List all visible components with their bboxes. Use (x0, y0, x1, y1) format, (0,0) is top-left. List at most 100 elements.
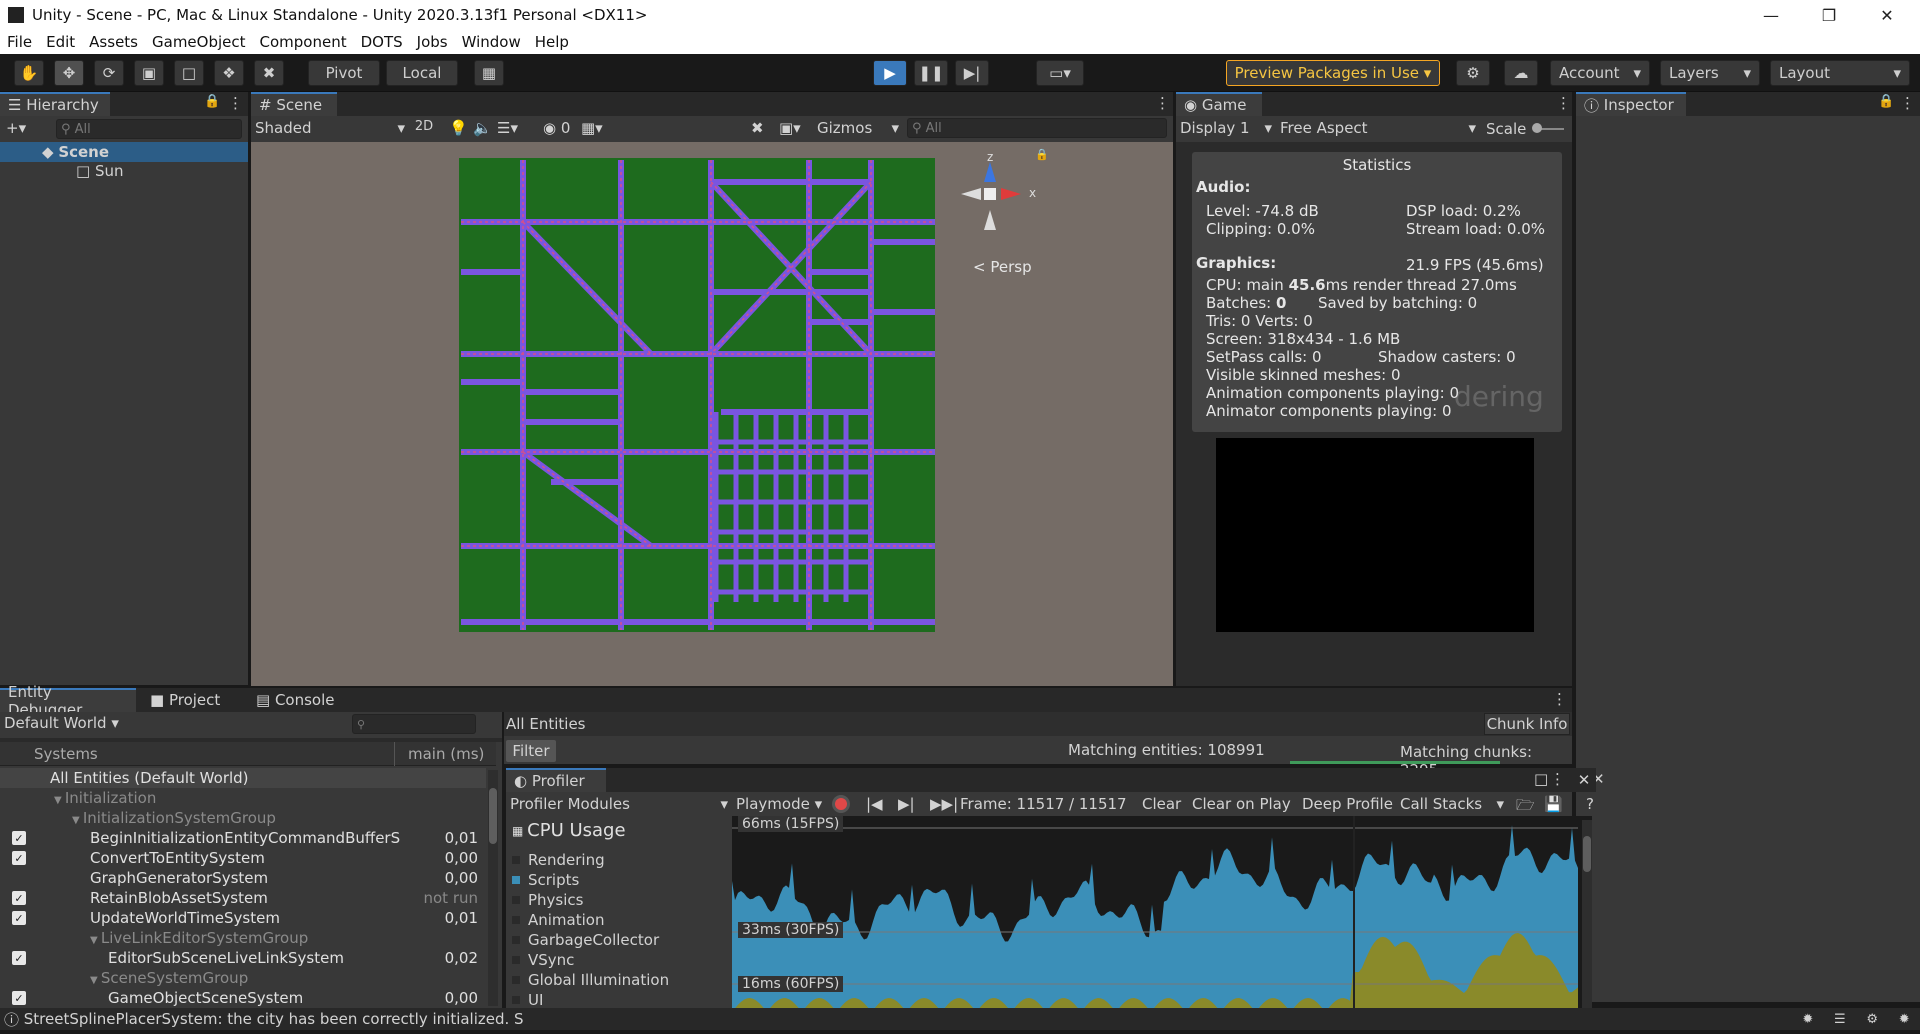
local-button[interactable]: Local (386, 60, 458, 86)
tab-game[interactable]: ◉ Game (1176, 92, 1262, 116)
layers-icon[interactable]: ☰ (1834, 1012, 1846, 1027)
preview-packages-button[interactable]: Preview Packages in Use ▾ (1226, 60, 1440, 86)
hierarchy-search-input[interactable]: ⚲ All (56, 119, 242, 139)
menu-component[interactable]: Component (253, 33, 354, 51)
collab-dropdown-icon[interactable]: ▭▾ (1036, 60, 1084, 86)
add-button[interactable]: +▾ (6, 119, 26, 137)
legend-item[interactable]: UI (512, 990, 728, 1010)
audio-icon[interactable]: 🔈 (473, 119, 492, 137)
clear-on-play-button[interactable]: Clear on Play (1192, 795, 1291, 813)
system-row[interactable]: ✓ RetainBlobAssetSystem not run (0, 888, 486, 908)
system-enabled-checkbox[interactable]: ✓ (12, 891, 26, 905)
scene-search-input[interactable]: ⚲ All (907, 118, 1167, 138)
tab-inspector[interactable]: ⓘ Inspector (1576, 92, 1686, 116)
layout-dropdown[interactable]: Layout ▾ (1770, 60, 1910, 86)
effects-icon[interactable]: ☰▾ (497, 119, 518, 137)
lock-icon[interactable]: 🔒 (204, 94, 220, 109)
lighting-icon[interactable]: 💡 (449, 119, 468, 137)
deep-profile-button[interactable]: Deep Profile (1302, 795, 1393, 813)
menu-help[interactable]: Help (528, 33, 576, 51)
chunk-info-button[interactable]: Chunk Info (1484, 713, 1570, 735)
gizmos-dropdown[interactable]: Gizmos ▾ (817, 119, 899, 137)
scene-gizmo[interactable] (941, 142, 1021, 252)
menu-window[interactable]: Window (455, 33, 528, 51)
system-row[interactable]: All Entities (Default World) (0, 768, 486, 788)
systems-scrollbar[interactable] (488, 770, 498, 1006)
system-row[interactable]: ✓ BeginInitializationEntityCommandBufferS… (0, 828, 486, 848)
move-tool-icon[interactable]: ✥ (54, 60, 84, 86)
scene-viewport[interactable]: z x 🔒 < Persp (251, 142, 1173, 686)
help-icon[interactable]: ? (1586, 795, 1594, 813)
cloud-icon[interactable]: ☁ (1504, 60, 1538, 86)
system-row[interactable]: ▼ Initialization (0, 788, 486, 808)
tab-hierarchy[interactable]: ☰ Hierarchy (0, 92, 110, 116)
services-icon[interactable]: ⚙ (1456, 60, 1490, 86)
tab-entity-debugger[interactable]: Entity Debugger (0, 683, 136, 719)
restore-button[interactable]: ❐ (1800, 0, 1858, 30)
record-button[interactable] (832, 795, 850, 813)
menu-jobs[interactable]: Jobs (410, 33, 455, 51)
system-row[interactable]: ✓ UpdateWorldTimeSystem 0,01 (0, 908, 486, 928)
menu-edit[interactable]: Edit (39, 33, 82, 51)
pause-button[interactable]: ❚❚ (914, 60, 948, 86)
playmode-dropdown[interactable]: Playmode ▾ (736, 795, 822, 813)
last-frame-icon[interactable]: ▶▶| (930, 795, 958, 813)
system-enabled-checkbox[interactable]: ✓ (12, 951, 26, 965)
rect-tool-icon[interactable]: □ (174, 60, 204, 86)
menu-assets[interactable]: Assets (82, 33, 145, 51)
scene-row[interactable]: ◆ Scene (0, 142, 248, 162)
expand-triangle-icon[interactable]: ▼ (90, 975, 101, 986)
step-button[interactable]: ▶| (955, 60, 989, 86)
play-button[interactable]: ▶ (873, 60, 907, 86)
gizmo-lock-icon[interactable]: 🔒 (1035, 148, 1049, 161)
prev-frame-icon[interactable]: ▶| (898, 795, 915, 813)
profiler-modules-dropdown[interactable]: Profiler Modules ▾ (510, 795, 728, 813)
legend-item[interactable]: Animation (512, 910, 728, 930)
gear-icon[interactable]: ⚙ (1866, 1012, 1878, 1027)
transform-tool-icon[interactable]: ❖ (214, 60, 244, 86)
save-icon[interactable]: 💾 (1544, 795, 1563, 813)
legend-item[interactable]: Physics (512, 890, 728, 910)
legend-item[interactable]: Scripts (512, 870, 728, 890)
legend-item[interactable]: Rendering (512, 850, 728, 870)
pivot-button[interactable]: Pivot (308, 60, 380, 86)
system-row[interactable]: ✓ EditorSubSceneLiveLinkSystem 0,02 (0, 948, 486, 968)
hidden-objects-toggle[interactable]: ◉ 0 (543, 119, 570, 137)
rotate-tool-icon[interactable]: ⟳ (94, 60, 124, 86)
close-button[interactable]: ✕ (1858, 0, 1916, 30)
cpu-usage-module[interactable]: ▦ CPU Usage (512, 820, 626, 841)
toggle-2d-button[interactable]: 2D (409, 119, 439, 134)
expand-triangle-icon[interactable]: ▼ (72, 815, 83, 826)
cpu-usage-chart[interactable]: 66ms (15FPS) 33ms (30FPS) 16ms (60FPS) (732, 816, 1592, 1030)
world-dropdown[interactable]: Default World ▾ (4, 714, 119, 732)
chart-scrollbar[interactable] (1582, 820, 1592, 1026)
custom-tool-icon[interactable]: ✖ (254, 60, 284, 86)
tab-project[interactable]: ■ Project (142, 688, 238, 712)
call-stacks-dropdown[interactable]: Call Stacks ▾ (1400, 795, 1504, 813)
menu-file[interactable]: File (0, 33, 39, 51)
tab-console[interactable]: ▤ Console (248, 688, 348, 712)
hand-tool-icon[interactable]: ✋ (14, 60, 44, 86)
systems-search-input[interactable]: ⚲ (352, 714, 476, 734)
profiler-close-icon[interactable]: ✕ (1572, 768, 1596, 792)
maximize-icon[interactable]: □ (1534, 770, 1548, 788)
expand-triangle-icon[interactable]: ▼ (54, 795, 65, 806)
system-row[interactable]: ▼ SceneSystemGroup (0, 968, 486, 988)
system-enabled-checkbox[interactable]: ✓ (12, 991, 26, 1005)
kebab-menu-icon[interactable]: ⋮ (1556, 94, 1571, 112)
system-enabled-checkbox[interactable]: ✓ (12, 831, 26, 845)
scale-tool-icon[interactable]: ▣ (134, 60, 164, 86)
sun-row[interactable]: □ Sun (76, 162, 124, 180)
legend-item[interactable]: Global Illumination (512, 970, 728, 990)
debug-icon[interactable]: ✹ (1899, 1012, 1910, 1027)
system-row[interactable]: ▼ InitializationSystemGroup (0, 808, 486, 828)
system-row[interactable]: ▼ LiveLinkEditorSystemGroup (0, 928, 486, 948)
scale-slider-handle[interactable] (1532, 123, 1542, 133)
kebab-menu-icon[interactable]: ⋮ (1155, 94, 1170, 112)
kebab-menu-icon[interactable]: ⋮ (1552, 690, 1567, 708)
scrollbar-thumb[interactable] (1583, 836, 1591, 872)
kebab-menu-icon[interactable]: ⋮ (1550, 770, 1565, 788)
legend-item[interactable]: VSync (512, 950, 728, 970)
display-dropdown[interactable]: Display 1 ▾ (1180, 119, 1272, 137)
layers-dropdown[interactable]: Layers ▾ (1660, 60, 1760, 86)
